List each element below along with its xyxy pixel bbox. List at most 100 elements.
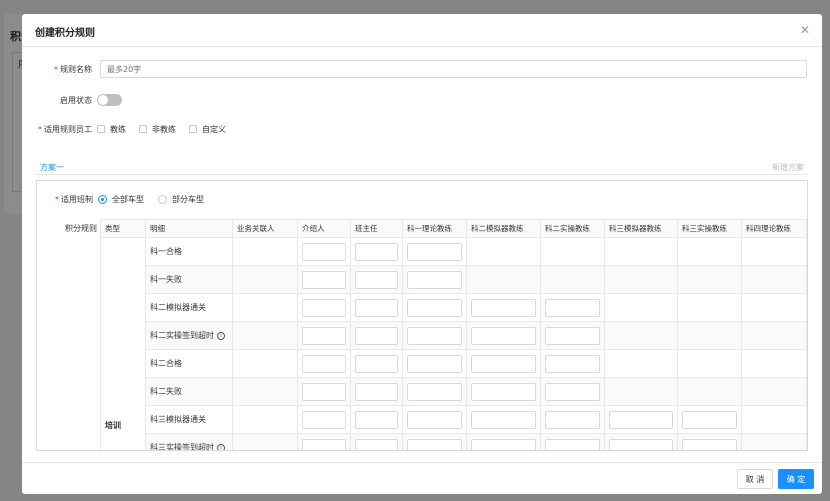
score-input[interactable] <box>302 242 346 261</box>
score-cell <box>604 433 678 450</box>
score-input[interactable] <box>302 326 346 345</box>
add-plan-button[interactable]: 新增方案 <box>772 162 804 173</box>
staff-checkbox-custom[interactable] <box>189 125 197 133</box>
score-cell <box>540 349 605 378</box>
table-row: 科一失败 <box>101 265 807 294</box>
score-cell <box>540 265 605 294</box>
score-input[interactable] <box>471 438 536 450</box>
column-header: 介绍人 <box>297 219 351 238</box>
staff-option-custom[interactable]: 自定义 <box>202 124 226 135</box>
score-input[interactable] <box>471 410 536 429</box>
score-input[interactable] <box>545 410 600 429</box>
score-input[interactable] <box>355 410 398 429</box>
score-input[interactable] <box>407 382 462 401</box>
score-input[interactable] <box>355 382 398 401</box>
info-icon[interactable]: i <box>217 331 225 340</box>
score-input[interactable] <box>407 410 462 429</box>
confirm-button[interactable]: 确 定 <box>778 469 814 489</box>
score-input[interactable] <box>609 438 673 450</box>
score-input[interactable] <box>407 242 462 261</box>
staff-checkbox-coach[interactable] <box>97 125 105 133</box>
detail-label: 科二模拟器通关 <box>150 303 206 312</box>
score-cell <box>466 405 541 434</box>
staff-checkbox-non-coach[interactable] <box>139 125 147 133</box>
class-option-all[interactable]: 全部车型 <box>112 194 144 205</box>
score-input[interactable] <box>545 354 600 373</box>
detail-label: 科一失败 <box>150 275 182 284</box>
score-input[interactable] <box>471 326 536 345</box>
tab-plan-one[interactable]: 方案一 <box>40 162 64 173</box>
score-input[interactable] <box>407 298 462 317</box>
score-input[interactable] <box>407 270 462 289</box>
column-header: 科三实操教练 <box>677 219 742 238</box>
rule-name-input[interactable] <box>100 60 807 78</box>
score-input[interactable] <box>545 438 600 450</box>
score-input[interactable] <box>302 438 346 450</box>
close-icon[interactable]: ✕ <box>800 23 810 37</box>
detail-label: 科三实操签到超时 <box>150 443 214 451</box>
staff-option-coach[interactable]: 教练 <box>110 124 126 135</box>
score-cell <box>741 237 807 266</box>
score-input[interactable] <box>471 382 536 401</box>
score-input[interactable] <box>545 298 600 317</box>
info-icon[interactable]: i <box>217 443 225 450</box>
score-input[interactable] <box>302 410 346 429</box>
score-input[interactable] <box>302 270 346 289</box>
plan-panel: * 适用班制 全部车型 部分车型 积分规则 类型 明细 业务关联人 介绍人 班主任 科一理论… <box>36 180 808 451</box>
modal-header: 创建积分规则 ✕ <box>22 14 822 47</box>
score-cell <box>350 433 403 450</box>
score-input[interactable] <box>302 382 346 401</box>
score-input[interactable] <box>609 410 673 429</box>
score-input[interactable] <box>545 326 600 345</box>
score-input[interactable] <box>682 438 737 450</box>
score-cell <box>297 237 351 266</box>
score-input[interactable] <box>355 438 398 450</box>
score-cell <box>297 349 351 378</box>
staff-option-non-coach[interactable]: 非教练 <box>152 124 176 135</box>
score-input[interactable] <box>355 354 398 373</box>
score-input[interactable] <box>471 298 536 317</box>
score-input[interactable] <box>407 438 462 450</box>
score-cell <box>540 321 605 350</box>
class-radio-all[interactable] <box>98 194 107 204</box>
score-input[interactable] <box>407 326 462 345</box>
status-switch[interactable] <box>97 94 122 106</box>
table-row: 科二模拟器通关 <box>101 293 807 322</box>
score-cell <box>604 293 678 322</box>
detail-label: 科二合格 <box>150 359 182 368</box>
score-input[interactable] <box>302 298 346 317</box>
score-cell <box>350 321 403 350</box>
score-input[interactable] <box>545 382 600 401</box>
cancel-button[interactable]: 取 消 <box>737 469 773 489</box>
score-input[interactable] <box>355 242 398 261</box>
score-input[interactable] <box>407 354 462 373</box>
score-cell <box>232 265 298 294</box>
score-cell <box>350 377 403 406</box>
score-cell <box>741 321 807 350</box>
class-label: * 适用班制 <box>55 194 93 204</box>
score-input[interactable] <box>682 410 737 429</box>
score-cell <box>297 377 351 406</box>
score-cell <box>741 405 807 434</box>
rule-name-row: * 规则名称 <box>22 60 97 78</box>
class-option-partial[interactable]: 部分车型 <box>172 194 204 205</box>
detail-cell: 科二合格 <box>145 349 233 378</box>
score-cell <box>402 349 467 378</box>
detail-label: 科一合格 <box>150 247 182 256</box>
score-input[interactable] <box>302 354 346 373</box>
score-input[interactable] <box>355 270 398 289</box>
score-cell <box>232 321 298 350</box>
class-radio-partial[interactable] <box>158 194 167 204</box>
score-cell <box>350 293 403 322</box>
score-input[interactable] <box>355 298 398 317</box>
table-row: 科二失败 <box>101 377 807 406</box>
score-cell <box>540 237 605 266</box>
score-cell <box>402 433 467 450</box>
score-cell <box>350 265 403 294</box>
score-cell <box>677 377 742 406</box>
score-input[interactable] <box>355 326 398 345</box>
create-rule-modal: 创建积分规则 ✕ *规则名称 启用状态 *适用规则员工 教练 非教练 自定义 方… <box>22 14 822 494</box>
score-cell <box>540 405 605 434</box>
score-input[interactable] <box>471 354 536 373</box>
score-cell <box>297 265 351 294</box>
